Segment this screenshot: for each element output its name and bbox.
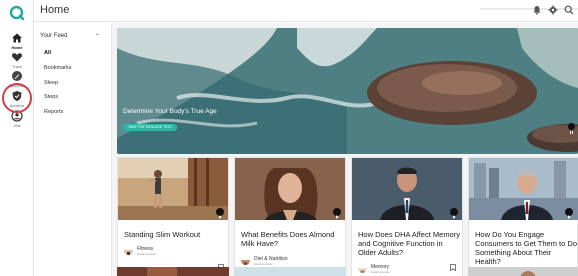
bell-icon[interactable]	[532, 5, 542, 15]
play-icon[interactable]	[450, 208, 458, 219]
rail-item-track[interactable]: Track	[0, 51, 34, 69]
article-card[interactable]: How Does DHA Affect Memory and Cognitive…	[351, 157, 463, 276]
left-nav-rail: Home Track Discover Achieve Vtal	[0, 0, 34, 276]
card-title[interactable]: How Do You Engage Consumers to Get Them …	[475, 230, 578, 266]
highlight-ring	[2, 83, 32, 113]
play-icon[interactable]	[333, 208, 341, 219]
card-category[interactable]: Memory Good to know	[358, 264, 458, 276]
play-icon[interactable]	[565, 208, 573, 219]
card-thumbnail	[469, 158, 578, 220]
next-card-peek	[117, 266, 229, 276]
rail-label-vtal: Vtal	[13, 123, 21, 128]
feed-item-bookmarks[interactable]: Bookmarks	[44, 65, 72, 71]
search-icon[interactable]	[564, 5, 574, 15]
hero-banner[interactable]: Determine Your Body's True Age TAKE THE …	[117, 28, 578, 154]
category-sub: Good to know	[371, 270, 390, 274]
article-card[interactable]: What Benefits Does Almond Milk Have? Die…	[234, 157, 346, 276]
rail-label-track: Track	[12, 64, 22, 69]
realage-test-button[interactable]: TAKE THE REALAGE TEST	[123, 124, 178, 131]
feed-heading[interactable]: Your Feed ⌃	[40, 33, 104, 40]
hero-title: Determine Your Body's True Age	[123, 108, 217, 115]
gear-icon[interactable]	[548, 5, 558, 15]
feed-sidebar: Your Feed ⌃ All Bookmarks Sleep Steps Re…	[34, 23, 112, 276]
header-icons	[532, 5, 574, 15]
card-thumbnail	[352, 158, 462, 220]
category-avatar	[124, 246, 133, 255]
card-thumbnail	[235, 158, 345, 220]
pencil-icon	[12, 71, 22, 81]
page-title: Home	[40, 4, 70, 16]
hero-ocean-image	[117, 28, 578, 154]
card-title[interactable]: How Does DHA Affect Memory and Cognitive…	[358, 230, 462, 257]
bookmark-icon[interactable]	[450, 264, 456, 271]
feed-item-reports[interactable]: Reports	[44, 109, 63, 115]
card-category[interactable]: Fitness Good to know	[124, 246, 224, 258]
card-thumbnail	[118, 158, 228, 220]
heart-icon	[12, 53, 22, 62]
app-logo-icon[interactable]	[9, 5, 25, 21]
rail-item-home[interactable]: Home	[0, 32, 34, 50]
category-avatar	[241, 256, 250, 265]
article-card[interactable]: Standing Slim Workout Fitness Good to kn…	[117, 157, 229, 276]
card-title[interactable]: Standing Slim Workout	[124, 230, 228, 239]
main-feed: Determine Your Body's True Age TAKE THE …	[112, 23, 578, 276]
chevron-up-icon[interactable]: ⌃	[95, 33, 100, 40]
rail-label-home: Home	[11, 45, 23, 50]
pause-icon[interactable]	[568, 123, 575, 134]
play-icon[interactable]	[216, 208, 224, 219]
home-icon	[12, 33, 22, 43]
feed-item-steps[interactable]: Steps	[44, 94, 58, 100]
category-avatar	[358, 264, 367, 273]
article-card[interactable]: How Do You Engage Consumers to Get Them …	[468, 157, 578, 276]
top-header: Home	[34, 0, 578, 22]
next-card-peek	[234, 266, 346, 276]
next-card-peek	[468, 266, 578, 276]
feed-item-all[interactable]: All	[44, 50, 51, 56]
category-sub: Good to know	[137, 252, 156, 256]
card-title[interactable]: What Benefits Does Almond Milk Have?	[241, 230, 345, 248]
feed-heading-label: Your Feed	[40, 33, 68, 39]
feed-item-sleep[interactable]: Sleep	[44, 80, 58, 86]
